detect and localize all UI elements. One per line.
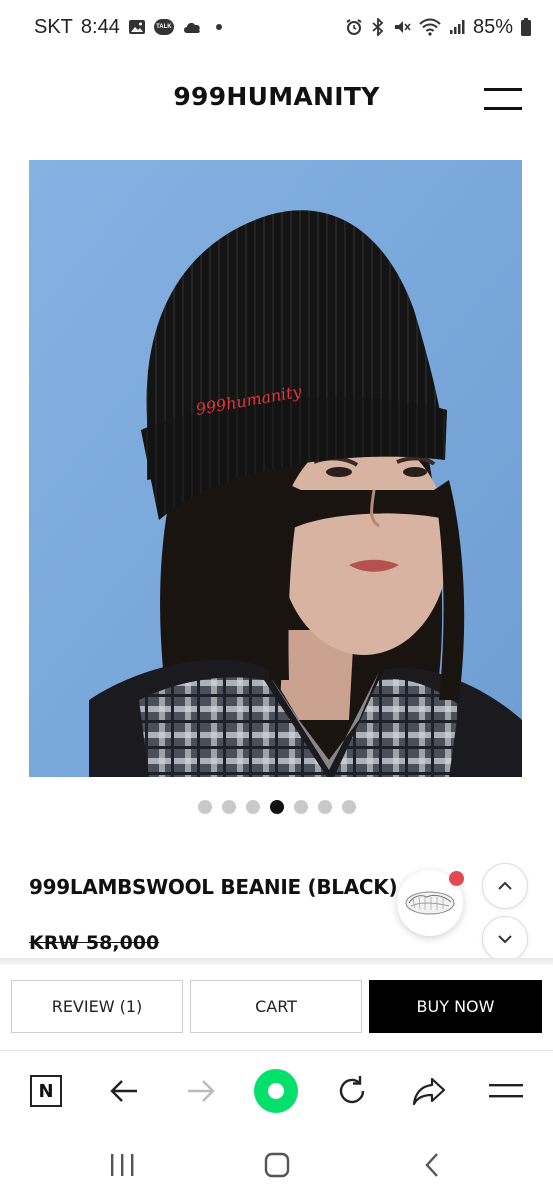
carrier-label: SKT	[34, 15, 73, 38]
cloud-icon	[182, 20, 202, 34]
carousel-dot[interactable]	[341, 800, 356, 814]
cart-button[interactable]: CART	[190, 980, 362, 1033]
carousel-dot-active[interactable]	[269, 800, 284, 814]
scroll-down-button[interactable]	[482, 916, 528, 962]
menu-icon	[489, 1084, 523, 1098]
signal-icon	[449, 19, 465, 35]
forward-button[interactable]	[175, 1065, 227, 1117]
site-header: 999HUMANITY	[0, 54, 553, 144]
beanie-thumbnail-icon	[405, 891, 455, 915]
kakaotalk-icon: TALK	[153, 19, 174, 35]
back-arrow-icon	[110, 1080, 137, 1102]
back-button[interactable]	[98, 1065, 150, 1117]
carousel-indicator	[0, 800, 553, 814]
buy-now-button[interactable]: BUY NOW	[369, 980, 542, 1033]
green-dot-icon	[254, 1069, 298, 1113]
product-price: KRW 58,000	[29, 932, 160, 954]
refresh-button[interactable]	[326, 1065, 378, 1117]
carousel-dot[interactable]	[221, 800, 236, 814]
forward-arrow-icon	[188, 1080, 215, 1102]
battery-percent: 85%	[472, 15, 513, 38]
naver-home-icon: N	[30, 1075, 62, 1107]
status-right: 85%	[345, 16, 531, 39]
share-icon	[412, 1077, 446, 1106]
home-button[interactable]	[247, 1142, 307, 1188]
product-title: 999LAMBSWOOL BEANIE (BLACK)	[29, 875, 398, 899]
carousel-dot[interactable]	[197, 800, 212, 814]
wifi-icon	[419, 18, 441, 36]
refresh-icon	[339, 1076, 365, 1104]
carousel-dot[interactable]	[245, 800, 260, 814]
carousel-dot[interactable]	[293, 800, 308, 814]
system-navigation-bar	[0, 1130, 553, 1200]
status-left: SKT 8:44 TALK	[34, 16, 222, 39]
system-back-button[interactable]	[402, 1142, 462, 1188]
green-dot-button[interactable]	[250, 1065, 302, 1117]
carousel-dot[interactable]	[317, 800, 332, 814]
product-photo-illustration: 999humanity	[29, 160, 522, 777]
home-icon	[264, 1152, 290, 1178]
bluetooth-icon	[371, 18, 385, 36]
alarm-icon	[345, 18, 363, 36]
product-image[interactable]: 999humanity	[29, 160, 522, 777]
chevron-down-icon	[498, 935, 512, 944]
mute-icon	[393, 18, 411, 36]
status-bar: SKT 8:44 TALK 85%	[0, 0, 553, 54]
scroll-up-button[interactable]	[482, 863, 528, 909]
share-button[interactable]	[403, 1065, 455, 1117]
notification-badge	[449, 871, 464, 886]
back-icon	[425, 1153, 438, 1177]
brand-logo[interactable]: 999HUMANITY	[0, 82, 553, 111]
hamburger-menu-icon[interactable]	[484, 88, 522, 110]
review-button[interactable]: REVIEW (1)	[11, 980, 183, 1033]
chevron-up-icon	[498, 881, 512, 890]
recent-apps-button[interactable]	[92, 1142, 152, 1188]
clock: 8:44	[80, 15, 120, 38]
battery-icon	[521, 18, 531, 36]
browser-toolbar: N	[0, 1050, 553, 1130]
naver-home-button[interactable]: N	[20, 1065, 72, 1117]
gallery-icon	[128, 18, 146, 36]
recent-apps-icon	[111, 1154, 134, 1176]
notification-dot	[215, 24, 222, 30]
purchase-action-bar: REVIEW (1) CART BUY NOW	[0, 965, 553, 1050]
browser-menu-button[interactable]	[480, 1065, 532, 1117]
